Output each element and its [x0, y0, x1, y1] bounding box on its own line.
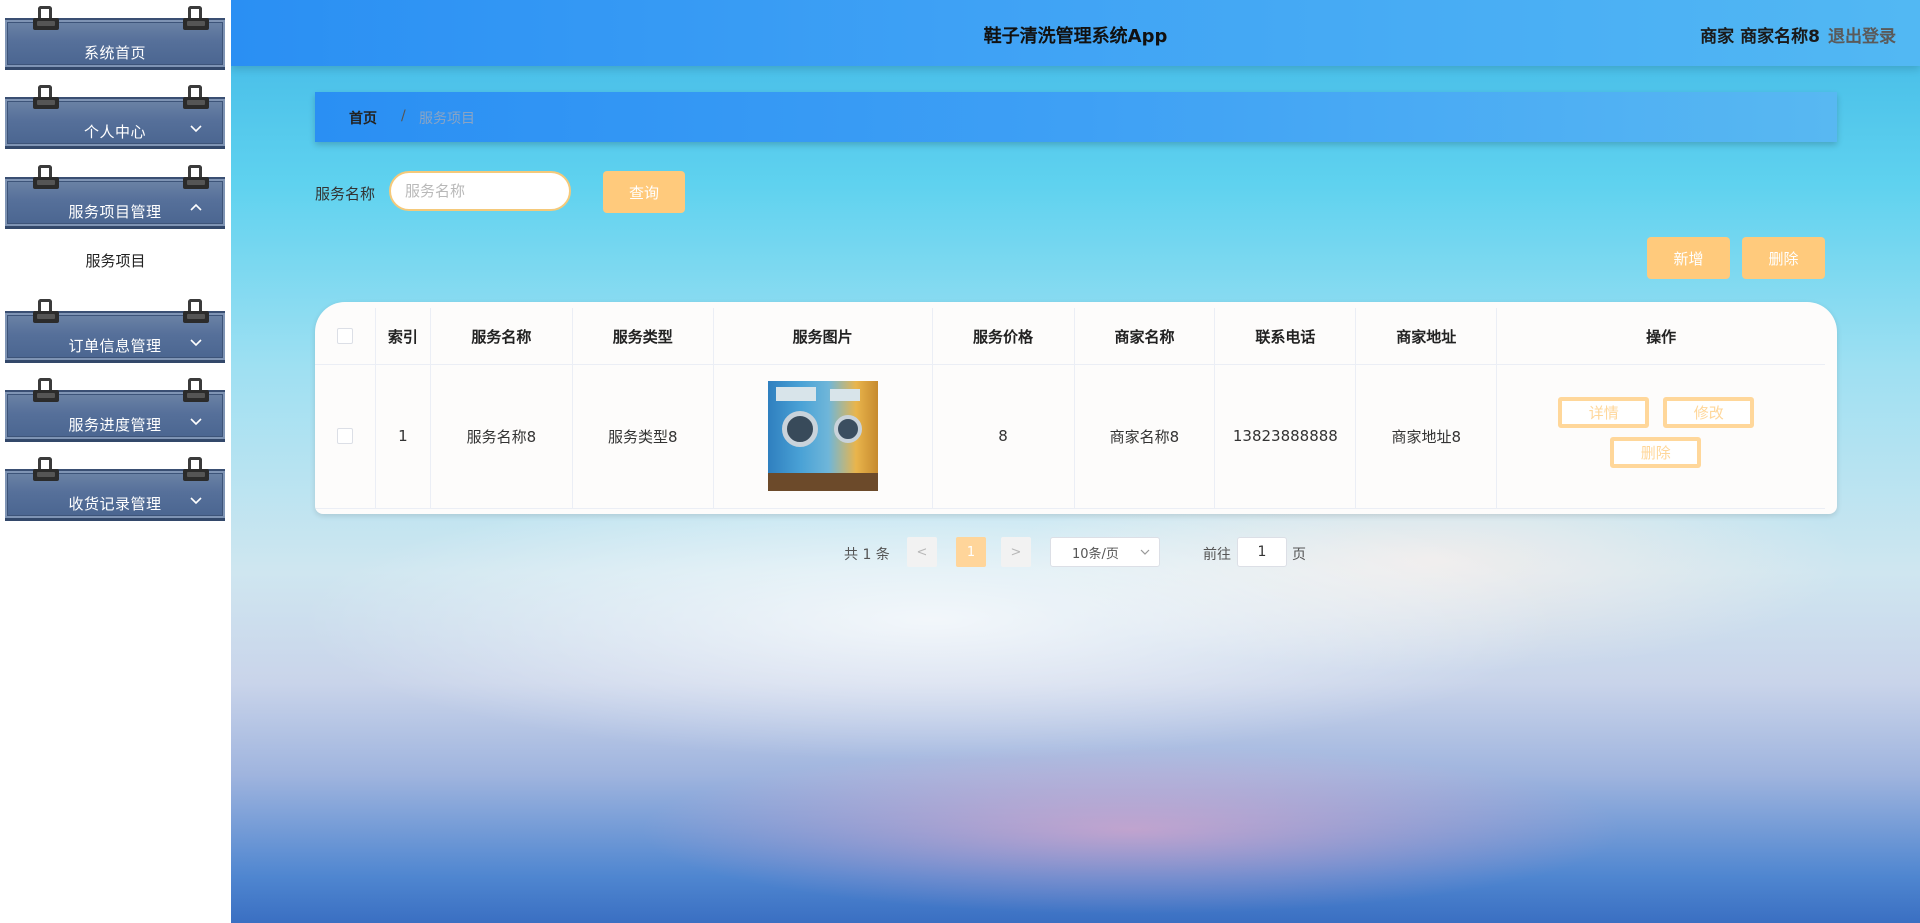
column-header: 商家名称	[1075, 308, 1216, 364]
search-label: 服务名称	[315, 185, 376, 203]
next-page-button[interactable]: >	[1001, 537, 1031, 567]
binder-clip-icon	[33, 6, 59, 32]
column-header: 服务类型	[573, 308, 714, 364]
app-title: 鞋子清洗管理系统App	[983, 26, 1168, 47]
page-size-select[interactable]: 10条/页	[1050, 537, 1160, 567]
table-header: 索引 服务名称 服务类型 服务图片 服务价格 商家名称 联系电话 商家地址 操作	[315, 308, 1825, 365]
goto-page-input[interactable]	[1237, 537, 1287, 567]
cell-phone: 13823888888	[1215, 364, 1357, 508]
binder-clip-icon	[33, 85, 59, 111]
column-header: 服务价格	[933, 308, 1075, 364]
binder-clip-icon	[183, 378, 209, 404]
user-area: 商家 商家名称8 退出登录	[1700, 22, 1896, 47]
sidebar-item-order-management[interactable]: 订单信息管理	[5, 299, 225, 363]
cell-address: 商家地址8	[1356, 364, 1498, 508]
query-button[interactable]: 查询	[603, 171, 685, 213]
column-header: 服务图片	[714, 308, 933, 364]
binder-clip-icon	[33, 299, 59, 325]
binder-clip-icon	[183, 165, 209, 191]
bulk-delete-button[interactable]: 删除	[1742, 237, 1825, 279]
table-row: 1 服务名称8 服务类型8 8 商家名称8 13823888888 商家地址8 …	[315, 364, 1825, 509]
page-label: 页	[1292, 547, 1306, 563]
binder-clip-icon	[183, 299, 209, 325]
breadcrumb: 首页 / 服务项目	[315, 92, 1837, 142]
binder-clip-icon	[183, 85, 209, 111]
cell-shop-name: 商家名称8	[1075, 364, 1216, 508]
sidebar-item-label: 系统首页	[83, 44, 146, 62]
chevron-down-icon	[190, 418, 202, 426]
binder-clip-icon	[183, 457, 209, 483]
row-checkbox[interactable]	[336, 428, 353, 444]
column-header: 操作	[1646, 327, 1677, 346]
cell-price: 8	[933, 364, 1075, 508]
edit-button[interactable]: 修改	[1663, 397, 1755, 428]
user-name: 商家名称8	[1740, 27, 1820, 47]
page-size-value: 10条/页	[1072, 546, 1119, 562]
chevron-down-icon	[190, 339, 202, 347]
search-input[interactable]	[389, 171, 571, 211]
top-bar: 鞋子清洗管理系统App 商家 商家名称8 退出登录	[231, 0, 1920, 66]
service-image	[767, 381, 878, 491]
column-header: 联系电话	[1215, 308, 1357, 364]
add-button[interactable]: 新增	[1647, 237, 1730, 279]
page-number-button[interactable]: 1	[956, 537, 986, 567]
sidebar: 系统首页 个人中心 服务项目管理 服务项目 订单信息管理 服务进度管理 收货记录…	[0, 0, 231, 923]
column-header: 服务名称	[431, 308, 573, 364]
user-role: 商家	[1700, 27, 1735, 47]
breadcrumb-separator: /	[401, 108, 406, 124]
column-header: 索引	[376, 308, 431, 364]
goto-label: 前往	[1203, 547, 1231, 563]
header-checkbox-cell	[315, 308, 376, 364]
detail-button[interactable]: 详情	[1558, 397, 1650, 428]
prev-page-button[interactable]: <	[907, 537, 937, 567]
chevron-down-icon	[190, 497, 202, 505]
breadcrumb-current: 服务项目	[419, 111, 475, 127]
cell-service-type: 服务类型8	[573, 364, 714, 508]
main-content: 鞋子清洗管理系统App 商家商家名称8退出登录 首页 / 服务项目 服务名称 查…	[231, 0, 1920, 923]
chevron-up-icon	[190, 203, 202, 211]
binder-clip-icon	[33, 165, 59, 191]
cell-service-image	[714, 364, 933, 508]
pagination: 共 1 条 < 1 > 10条/页 前往 页	[231, 537, 1920, 567]
cell-operations: 详情 修改 删除	[1497, 364, 1825, 508]
row-checkbox-cell	[315, 364, 376, 508]
select-all-checkbox[interactable]	[336, 328, 353, 344]
sidebar-item-receipt-management[interactable]: 收货记录管理	[5, 457, 225, 521]
binder-clip-icon	[183, 6, 209, 32]
binder-clip-icon	[33, 457, 59, 483]
cell-service-name: 服务名称8	[431, 364, 573, 508]
cell-index: 1	[376, 364, 431, 508]
column-header: 商家地址	[1356, 308, 1498, 364]
sidebar-item-service-management[interactable]: 服务项目管理	[5, 165, 225, 229]
sidebar-item-personal-center[interactable]: 个人中心	[5, 85, 225, 149]
row-delete-button[interactable]: 删除	[1610, 437, 1702, 468]
binder-clip-icon	[33, 378, 59, 404]
sidebar-item-progress-management[interactable]: 服务进度管理	[5, 378, 225, 442]
chevron-down-icon	[1140, 549, 1150, 555]
pagination-total: 共 1 条	[844, 547, 890, 563]
data-table: 索引 服务名称 服务类型 服务图片 服务价格 商家名称 联系电话 商家地址 操作…	[315, 302, 1837, 514]
breadcrumb-home[interactable]: 首页	[349, 108, 377, 128]
sidebar-subitem-service[interactable]: 服务项目	[0, 250, 231, 271]
chevron-down-icon	[190, 125, 202, 133]
logout-link[interactable]: 退出登录	[1828, 27, 1896, 47]
sidebar-item-home[interactable]: 系统首页	[5, 6, 225, 70]
